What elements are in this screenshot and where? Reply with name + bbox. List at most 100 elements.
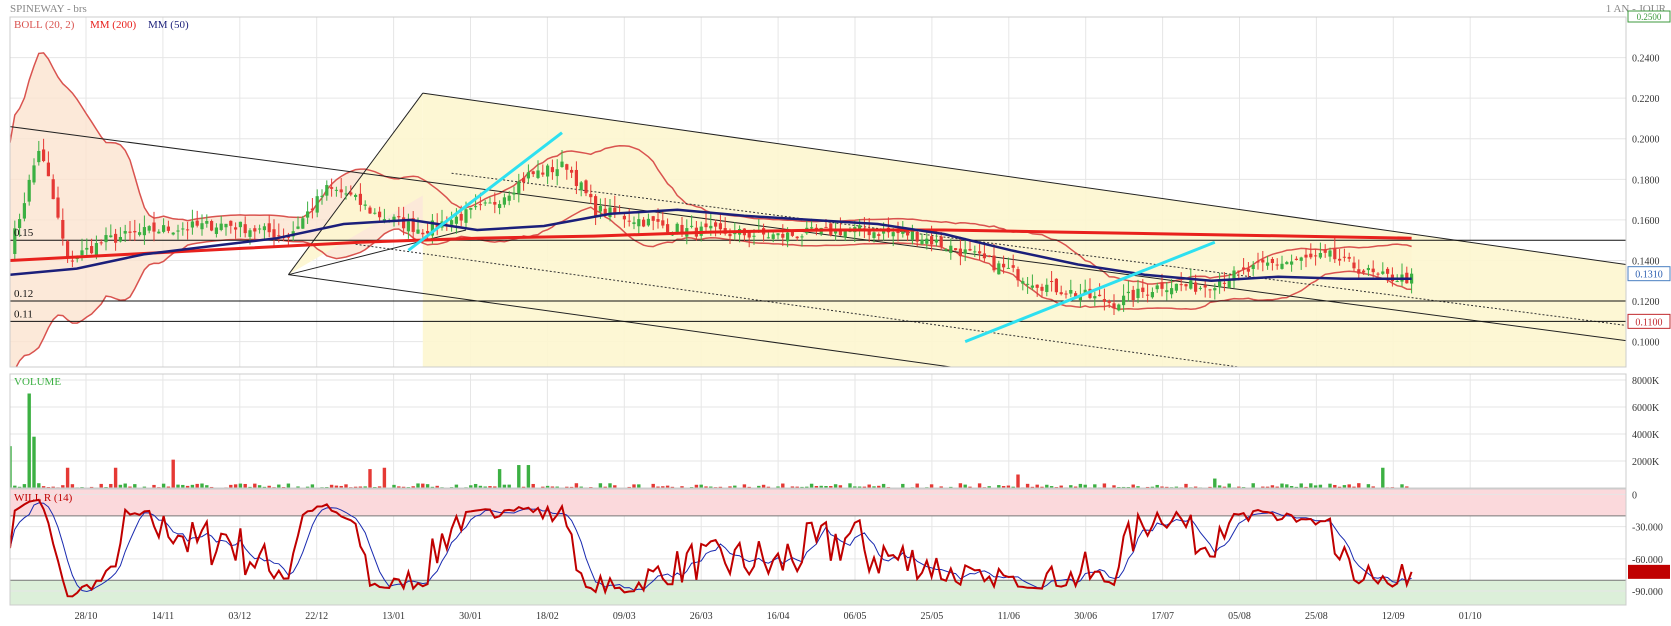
volume-bar [531,483,535,488]
candle-body [1256,261,1260,263]
y-tick-label: 0.2000 [1632,135,1660,146]
volume-bar [742,484,747,488]
volume-bar [651,483,655,488]
candle-body [1314,255,1318,257]
candle-body [1376,273,1380,275]
candle-body [1280,263,1284,269]
candle-body [1194,282,1198,292]
candle-body [555,169,559,177]
candle-body [152,222,156,232]
candle-body [1366,267,1370,271]
candle-body [176,230,180,232]
candle-body [253,228,257,232]
candle-body [315,196,319,213]
volume-bar [1328,483,1332,488]
volume-bar [171,459,175,488]
candle-body [27,179,31,202]
volume-bar [344,484,348,488]
candle-body [661,220,665,226]
candle-body [1395,281,1399,283]
y-tick-label: 0.1600 [1632,216,1660,227]
candle-body [339,189,343,193]
candle-body [454,216,458,224]
x-tick-label: 30/01 [459,611,482,622]
candle-body [891,232,895,237]
candle-body [498,204,502,208]
volume-bar [1309,483,1313,488]
candle-body [704,223,708,228]
volume-bar [977,483,982,488]
candle-body [1026,283,1030,285]
candle-body [766,237,770,239]
candle-body [1222,282,1226,284]
candle-body [925,238,929,244]
candle-body [162,225,166,232]
candle-body [565,164,569,170]
legend-item: BOLL (20, 2) [14,19,75,31]
volume-bar [176,484,180,488]
volume-bar [286,483,291,488]
candle-body [1174,283,1178,291]
candle-body [229,220,233,226]
candle-body [1290,261,1294,265]
candle-body [517,181,521,194]
candle-body [358,193,362,205]
candle-body [507,195,511,201]
candle-body [1059,292,1063,295]
candle-body [22,203,26,219]
x-tick-label: 16/04 [767,611,790,622]
candle-body [987,255,991,257]
candle-body [786,232,790,242]
candle-body [1050,281,1054,283]
y-tick-label: 0.1200 [1632,297,1660,308]
candle-body [474,206,478,208]
candle-body [589,193,593,198]
candle-body [1184,284,1188,287]
candle-body [627,220,631,222]
volume-bar [929,484,934,488]
x-tick-label: 22/12 [305,611,328,622]
candle-body [118,236,122,242]
candle-body [210,221,214,231]
volume-bar [848,483,852,488]
candle-body [1246,268,1250,272]
volume-bar [1227,483,1231,488]
candle-body [267,223,271,233]
candle-body [541,172,545,175]
volume-bar [1131,484,1135,488]
will-tick-label: -60.000 [1632,555,1663,566]
candle-body [205,220,209,224]
x-tick-label: 12/09 [1382,611,1405,622]
candle-body [675,223,679,233]
candle-body [123,230,127,234]
candle-body [1011,265,1015,268]
volume-bar [27,393,31,488]
candle-body [1126,291,1130,294]
x-tick-label: 05/08 [1228,611,1251,622]
candle-body [85,247,89,250]
candle-body [416,229,420,234]
candle-body [666,224,670,233]
candle-body [483,202,487,204]
level-label: 0.12 [14,288,33,300]
volume-bar [881,483,886,488]
volume-bar [1400,484,1404,488]
candle-body [978,251,982,254]
volume-bar [1285,484,1289,488]
volume-bar [37,483,41,488]
volume-bar [1184,483,1188,488]
will-title: WILL R (14) [14,492,73,504]
candle-body [1242,267,1246,270]
candle-body [325,185,329,196]
candle-body [512,192,516,195]
candle-body [1107,300,1111,303]
candle-body [46,162,50,177]
candle-body [1006,267,1010,269]
candle-body [843,230,847,238]
candle-body [344,193,348,195]
candle-body [306,211,310,218]
volume-bar [1102,483,1107,488]
candle-body [32,165,36,183]
candle-body [800,236,804,238]
candle-body [1198,287,1202,289]
